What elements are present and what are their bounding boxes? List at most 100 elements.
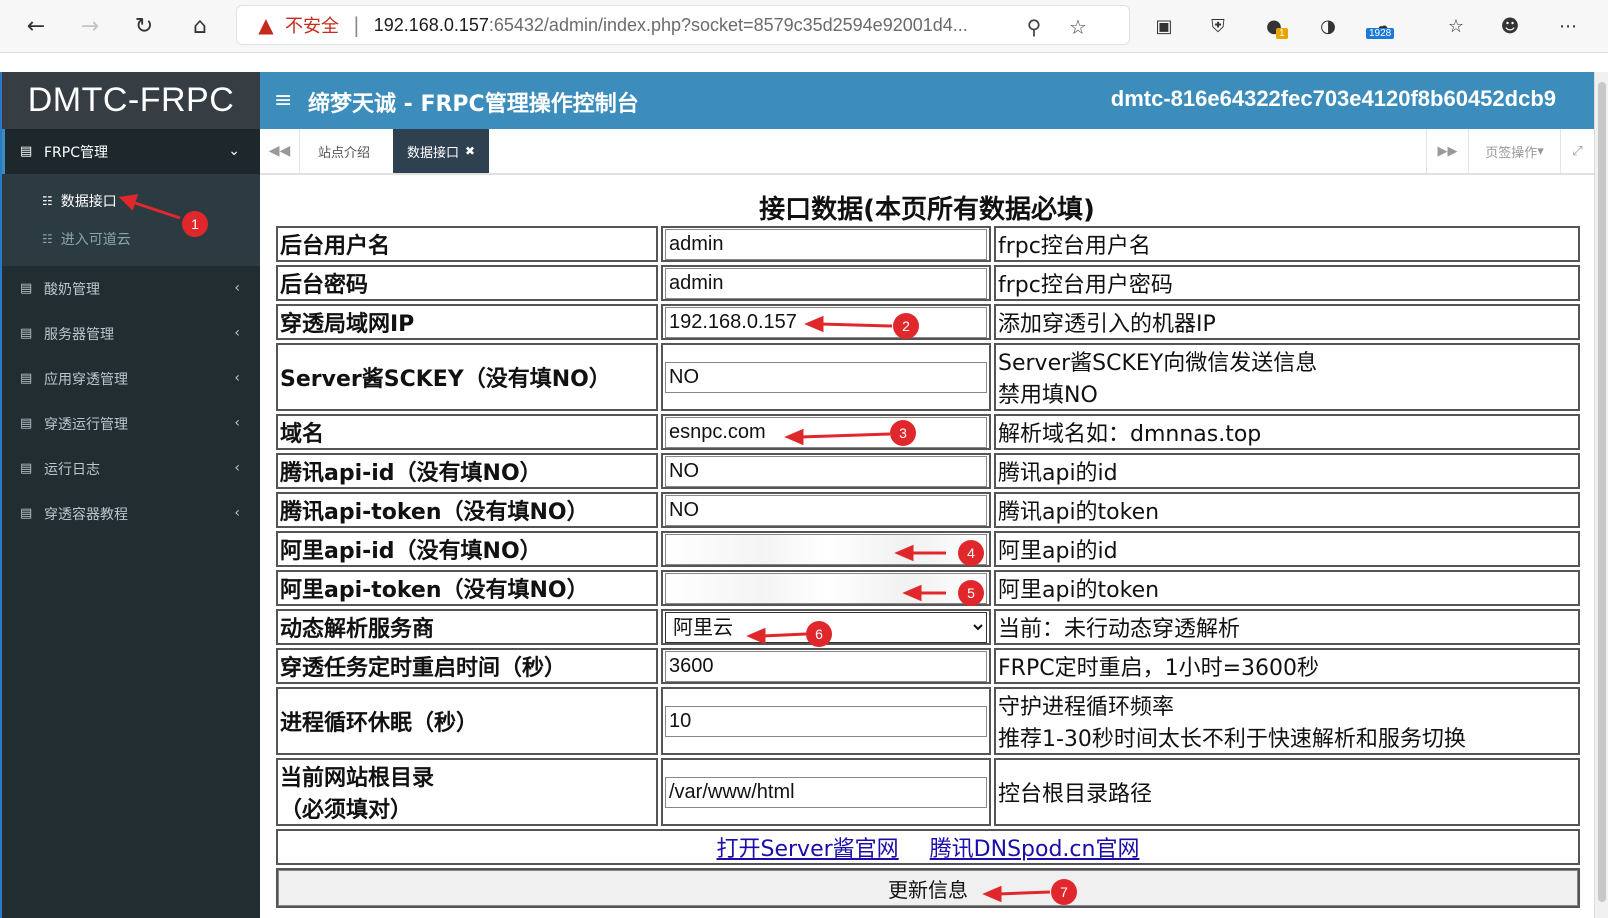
field-description: frpc控台用户名: [994, 226, 1580, 262]
field-description: 禁用填NO: [998, 383, 1098, 408]
form-row-aliyun-id: 阿里api-id（没有填NO） 阿里api的id: [276, 531, 1580, 567]
tabs-scroll-right-icon[interactable]: ▶▶: [1426, 129, 1468, 173]
field-label: 进程循环休眠（秒）: [276, 687, 658, 755]
profile-avatar-icon[interactable]: ☻: [1494, 10, 1526, 42]
form-row-tencent-id: 腾讯api-id（没有填NO） 腾讯api的id: [276, 453, 1580, 489]
sitemap-icon: ☷: [42, 194, 53, 208]
chevron-left-icon: ‹: [234, 505, 240, 521]
more-menu-icon[interactable]: ⋯: [1552, 10, 1584, 42]
forward-icon[interactable]: →: [72, 8, 108, 44]
brand-logo[interactable]: DMTC-FRPC: [2, 72, 260, 129]
dnspod-link[interactable]: 腾讯DNSpod.cn官网: [930, 837, 1140, 862]
top-navbar: ≡ 缔梦天诚 - FRPC管理操作控制台 dmtc-816e64322fec70…: [260, 72, 1594, 129]
sidebar-item-label: 进入可道云: [60, 232, 131, 248]
monitor-icon: ▤: [20, 144, 33, 159]
sidebar-group-server[interactable]: ▤ 服务器管理 ‹: [2, 311, 260, 356]
tab-label: 数据接口: [407, 145, 460, 161]
callout-badge: 6: [806, 621, 832, 647]
extension-counter-icon[interactable]: ☁ 1928: [1366, 10, 1398, 42]
web-root-input[interactable]: [665, 776, 987, 808]
monitor-icon: ▤: [20, 506, 33, 521]
sitemap-icon: ☷: [42, 232, 53, 246]
field-description: 腾讯api的id: [994, 453, 1580, 489]
sidebar-item-kodcloud[interactable]: ☷ 进入可道云: [2, 220, 260, 258]
tencent-api-id-input[interactable]: [665, 455, 987, 487]
insecure-label[interactable]: 不安全: [285, 12, 339, 38]
ublock-shield-icon[interactable]: ⛨: [1202, 10, 1234, 42]
favorite-star-icon[interactable]: ☆: [1065, 14, 1091, 40]
field-description: 控台根目录路径: [994, 758, 1580, 826]
scrollbar-thumb[interactable]: [1598, 82, 1606, 902]
back-icon[interactable]: ←: [18, 8, 54, 44]
address-bar[interactable]: ▲ 不安全 | 192.168.0.157:65432/admin/index.…: [236, 5, 1130, 45]
field-label: 阿里api-id（没有填NO）: [276, 531, 658, 567]
extension-badge: 1: [1276, 28, 1288, 39]
refresh-icon[interactable]: ↻: [126, 8, 162, 44]
tabs-scroll-left-icon[interactable]: ◀◀: [260, 129, 300, 173]
tab-data-api[interactable]: 数据接口 ✖: [393, 129, 490, 173]
extension-counter-badge: 1928: [1366, 28, 1395, 39]
sidebar-group-label: 应用穿透管理: [44, 371, 128, 388]
username-input[interactable]: [665, 228, 987, 260]
sidebar-group-label: 穿透容器教程: [44, 506, 128, 523]
user-id[interactable]: dmtc-816e64322fec703e4120f8b60452dcb9: [1111, 86, 1556, 112]
collections-icon[interactable]: ▣: [1148, 10, 1180, 42]
page-ops-dropdown[interactable]: 页签操作 ▾: [1468, 129, 1560, 173]
incognito-mask-icon[interactable]: ◑: [1312, 10, 1344, 42]
callout-badge: 3: [890, 420, 916, 446]
password-input[interactable]: [665, 267, 987, 299]
main-content: 接口数据(本页所有数据必填) 后台用户名 frpc控台用户名 后台密码 frpc…: [260, 175, 1594, 918]
domain-input[interactable]: [665, 416, 987, 448]
url-host: 192.168.0.157: [373, 14, 489, 35]
field-description: 阿里api的id: [994, 531, 1580, 567]
sidebar-group-frpc[interactable]: ▤ FRPC管理 ⌄: [2, 129, 260, 174]
sidebar-item-label: 数据接口: [60, 194, 117, 210]
menu-toggle-icon[interactable]: ≡: [274, 88, 292, 113]
monitor-icon: ▤: [20, 461, 33, 476]
sckey-input[interactable]: [665, 361, 987, 393]
aliyun-api-token-input[interactable]: [665, 572, 987, 604]
home-icon[interactable]: ⌂: [182, 8, 218, 44]
field-description: 阿里api的token: [994, 570, 1580, 606]
page-ops-label: 页签操作: [1485, 145, 1538, 161]
sidebar-item-data-api[interactable]: ☷ 数据接口: [2, 182, 260, 220]
sidebar-group-logs[interactable]: ▤ 运行日志 ‹: [2, 446, 260, 491]
sidebar-group-app-tunnel[interactable]: ▤ 应用穿透管理 ‹: [2, 356, 260, 401]
form-row-links: 打开Server酱官网 腾讯DNSpod.cn官网: [276, 829, 1580, 865]
form-row-tencent-token: 腾讯api-token（没有填NO） 腾讯api的token: [276, 492, 1580, 528]
restart-interval-input[interactable]: [665, 650, 987, 682]
serverchan-link[interactable]: 打开Server酱官网: [717, 837, 899, 862]
sidebar-group-tunnel-run[interactable]: ▤ 穿透运行管理 ‹: [2, 401, 260, 446]
chevron-down-icon: ⌄: [228, 143, 240, 159]
form-row-web-root: 当前网站根目录 （必须填对） 控台根目录路径: [276, 758, 1580, 826]
form-row-sleep: 进程循环休眠（秒） 守护进程循环频率推荐1-30秒时间太长不利于快速解析和服务切…: [276, 687, 1580, 755]
field-label: Server酱SCKEY（没有填NO）: [276, 343, 658, 411]
favorites-list-icon[interactable]: ☆: [1440, 10, 1472, 42]
chevron-left-icon: ‹: [234, 460, 240, 476]
field-description: 守护进程循环频率: [998, 695, 1175, 720]
tab-label: 站点介绍: [318, 145, 371, 161]
loop-sleep-input[interactable]: [665, 705, 987, 737]
callout-badge: 2: [893, 313, 919, 339]
field-label: 腾讯api-token（没有填NO）: [276, 492, 658, 528]
zoom-icon[interactable]: ⚲: [1021, 14, 1047, 40]
browser-toolbar: ← → ↻ ⌂ ▲ 不安全 | 192.168.0.157:65432/admi…: [0, 0, 1608, 52]
extension-green-icon[interactable]: ● 1: [1258, 10, 1290, 42]
field-label: 域名: [276, 414, 658, 450]
tencent-api-token-input[interactable]: [665, 494, 987, 526]
sidebar-submenu: ☷ 数据接口 ☷ 进入可道云: [2, 174, 260, 266]
sidebar-group-yogurt[interactable]: ▤ 酸奶管理 ‹: [2, 266, 260, 311]
monitor-icon: ▤: [20, 371, 33, 386]
page-scrollbar[interactable]: [1594, 72, 1608, 918]
update-info-button[interactable]: 更新信息: [278, 870, 1578, 906]
fullscreen-icon[interactable]: ⤢: [1560, 129, 1594, 173]
sidebar-group-container-tutorial[interactable]: ▤ 穿透容器教程 ‹: [2, 491, 260, 536]
aliyun-api-id-input[interactable]: [665, 533, 987, 565]
close-icon[interactable]: ✖: [465, 144, 475, 158]
lan-ip-input[interactable]: [665, 306, 987, 338]
field-description: 腾讯api的token: [994, 492, 1580, 528]
field-label: （必须填对）: [280, 798, 413, 823]
sidebar: ▤ FRPC管理 ⌄ ☷ 数据接口 ☷ 进入可道云 ▤ 酸奶管理 ‹ ▤ 服务器…: [2, 129, 260, 918]
tab-site-intro[interactable]: 站点介绍: [304, 129, 384, 173]
warning-icon[interactable]: ▲: [255, 13, 277, 37]
